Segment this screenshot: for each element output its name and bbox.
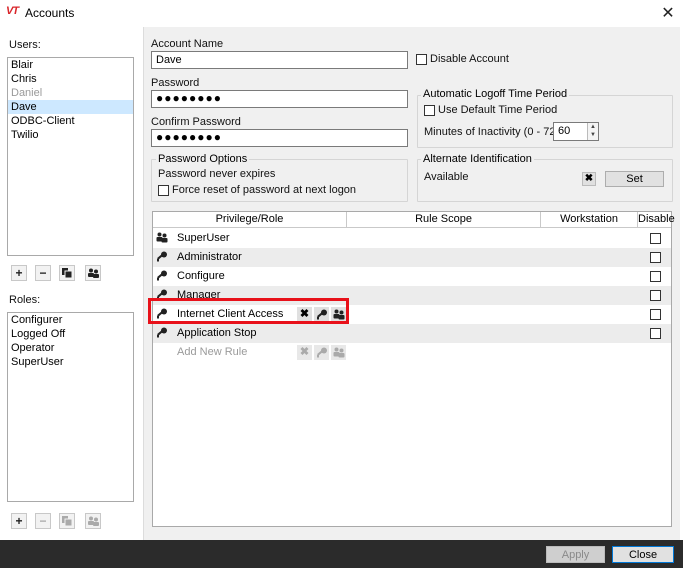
privilege-name: Application Stop	[177, 327, 257, 339]
privilege-key-button[interactable]	[314, 345, 329, 360]
col-rule-scope[interactable]: Rule Scope	[347, 212, 541, 228]
confirm-password-input[interactable]: ●●●●●●●●	[151, 129, 408, 147]
key-icon	[156, 251, 170, 264]
disable-rule-checkbox[interactable]	[650, 252, 661, 263]
users-icon	[87, 516, 99, 526]
user-list-item[interactable]: ODBC-Client	[8, 114, 133, 128]
app-logo-icon: VT	[6, 5, 19, 17]
force-reset-label: Force reset of password at next logon	[172, 184, 357, 196]
role-list-item[interactable]: Operator	[8, 341, 133, 355]
set-alt-id-button[interactable]: Set	[605, 171, 664, 187]
user-list-item[interactable]: Twilio	[8, 128, 133, 142]
col-disable[interactable]: Disable	[638, 212, 675, 228]
key-icon	[157, 327, 167, 338]
clear-alt-id-button[interactable]: ✖	[582, 172, 596, 186]
disable-rule-checkbox[interactable]	[650, 290, 661, 301]
table-row[interactable]: Application Stop	[153, 324, 671, 343]
disable-rule-checkbox[interactable]	[650, 233, 661, 244]
remove-rule-button[interactable]: ✖	[297, 345, 312, 360]
key-icon	[156, 270, 170, 283]
account-name-input[interactable]: Dave	[151, 51, 408, 69]
disable-account-checkbox[interactable]	[416, 54, 427, 65]
remove-role-button[interactable]: −	[35, 513, 51, 529]
account-name-label: Account Name	[151, 38, 224, 50]
password-options-title: Password Options	[156, 153, 250, 165]
window-title: Accounts	[25, 6, 75, 20]
alt-id-status: Available	[424, 171, 469, 183]
apply-button[interactable]: Apply	[546, 546, 605, 563]
key-icon	[157, 251, 167, 262]
user-list-item[interactable]: Chris	[8, 72, 133, 86]
grid-header: Privilege/Role Rule Scope Workstation Di…	[153, 212, 675, 228]
table-row[interactable]: Administrator	[153, 248, 671, 267]
role-users-button[interactable]	[85, 513, 101, 529]
privilege-name: Administrator	[177, 251, 242, 263]
privilege-grid[interactable]: Privilege/Role Rule Scope Workstation Di…	[152, 211, 675, 527]
add-new-rule-row[interactable]: Add New Rule ✖	[153, 343, 671, 362]
use-default-time-label: Use Default Time Period	[438, 104, 558, 116]
remove-user-button[interactable]: −	[35, 265, 51, 281]
inactivity-label: Minutes of Inactivity (0 - 720)	[424, 126, 566, 138]
role-list-item[interactable]: Configurer	[8, 313, 133, 327]
confirm-password-label: Confirm Password	[151, 116, 241, 128]
add-new-rule-label[interactable]: Add New Rule	[177, 346, 247, 358]
copy-icon	[62, 268, 72, 278]
use-default-time-checkbox[interactable]	[424, 105, 435, 116]
users-icon	[333, 347, 344, 358]
window-close-button[interactable]: ✕	[660, 3, 676, 23]
key-icon	[156, 327, 170, 340]
users-icon	[87, 268, 99, 278]
privilege-name: SuperUser	[177, 232, 230, 244]
user-list-item[interactable]: Dave	[8, 100, 133, 114]
disable-account-label: Disable Account	[430, 53, 509, 65]
user-roles-button[interactable]	[85, 265, 101, 281]
key-icon	[157, 270, 167, 281]
users-label: Users:	[9, 39, 41, 51]
highlight-annotation	[148, 298, 349, 324]
spin-down-icon[interactable]: ▼	[588, 131, 598, 139]
spin-up-icon[interactable]: ▲	[588, 123, 598, 131]
alt-id-title: Alternate Identification	[421, 153, 534, 165]
close-button[interactable]: Close	[612, 546, 674, 563]
disable-rule-checkbox[interactable]	[650, 271, 661, 282]
privilege-name: Configure	[177, 270, 225, 282]
copy-icon	[62, 516, 72, 526]
user-list-item[interactable]: Daniel	[8, 86, 133, 100]
roles-label: Roles:	[9, 294, 41, 306]
inactivity-spinner[interactable]: ▲ ▼	[587, 123, 598, 140]
table-row[interactable]: SuperUser	[153, 229, 671, 248]
users-icon	[156, 232, 168, 243]
logoff-group-title: Automatic Logoff Time Period	[421, 88, 570, 100]
disable-rule-checkbox[interactable]	[650, 309, 661, 320]
password-input[interactable]: ●●●●●●●●	[151, 90, 408, 108]
password-label: Password	[151, 77, 200, 89]
title-bar	[0, 0, 683, 26]
copy-role-button[interactable]	[59, 513, 75, 529]
role-users-button[interactable]	[331, 345, 346, 360]
user-list-item[interactable]: Blair	[8, 58, 133, 72]
force-reset-checkbox[interactable]	[158, 185, 169, 196]
col-privilege-role[interactable]: Privilege/Role	[153, 212, 347, 228]
table-row[interactable]: Configure	[153, 267, 671, 286]
password-never-expires-text: Password never expires	[158, 168, 276, 180]
key-icon	[316, 347, 327, 358]
copy-user-button[interactable]	[59, 265, 75, 281]
roles-list[interactable]: Configurer Logged Off Operator SuperUser	[7, 312, 134, 502]
role-list-item[interactable]: Logged Off	[8, 327, 133, 341]
add-role-button[interactable]: +	[11, 513, 27, 529]
users-icon	[156, 232, 170, 245]
role-list-item[interactable]: SuperUser	[8, 355, 133, 369]
add-user-button[interactable]: +	[11, 265, 27, 281]
logoff-group	[417, 95, 673, 148]
disable-rule-checkbox[interactable]	[650, 328, 661, 339]
users-list[interactable]: Blair Chris Daniel Dave ODBC-Client Twilio	[7, 57, 134, 256]
col-workstation[interactable]: Workstation	[541, 212, 638, 228]
